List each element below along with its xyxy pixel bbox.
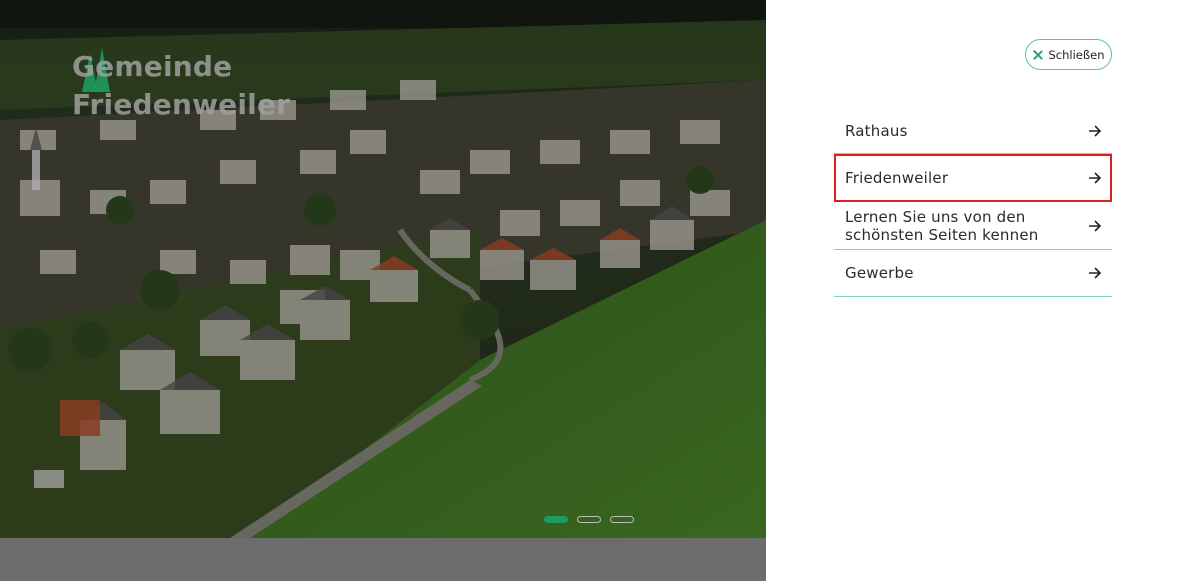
menu-item-label: Gewerbe	[845, 264, 914, 282]
arrow-right-icon	[1089, 124, 1102, 137]
page-content-dimmed	[0, 538, 766, 581]
arrow-right-icon	[1089, 171, 1102, 184]
menu-item-gewerbe[interactable]: Gewerbe	[834, 250, 1112, 297]
close-button-label: Schließen	[1048, 47, 1105, 62]
site-logo[interactable]: Gemeinde Friedenweiler	[72, 48, 290, 124]
logo-line-2: Friedenweiler	[72, 88, 291, 121]
menu-item-label: Friedenweiler	[845, 168, 949, 187]
menu-list: Rathaus Friedenweiler Lernen Sie uns von…	[834, 108, 1112, 297]
menu-item-friedenweiler[interactable]: Friedenweiler	[834, 154, 1112, 202]
close-icon	[1033, 50, 1043, 60]
slider-dot-1[interactable]	[544, 516, 568, 523]
menu-item-lernen-sie-uns-kennen[interactable]: Lernen Sie uns von den schönsten Seiten …	[834, 202, 1112, 250]
menu-item-rathaus[interactable]: Rathaus	[834, 108, 1112, 154]
hero-image: Gemeinde Friedenweiler	[0, 0, 766, 538]
navigation-panel: Schließen Rathaus Friedenweiler Lernen S…	[766, 0, 1180, 581]
close-button[interactable]: Schließen	[1025, 39, 1112, 70]
arrow-right-icon	[1089, 267, 1102, 279]
logo-wordmark: Gemeinde Friedenweiler	[72, 48, 290, 124]
menu-item-label: Lernen Sie uns von den schönsten Seiten …	[845, 207, 1039, 244]
slider-dot-2[interactable]	[577, 516, 601, 523]
slider-dot-3[interactable]	[610, 516, 634, 523]
menu-item-label: Rathaus	[845, 121, 908, 140]
arrow-right-icon	[1089, 219, 1102, 232]
logo-line-1: Gemeinde	[72, 50, 233, 83]
slider-pagination	[544, 516, 634, 523]
